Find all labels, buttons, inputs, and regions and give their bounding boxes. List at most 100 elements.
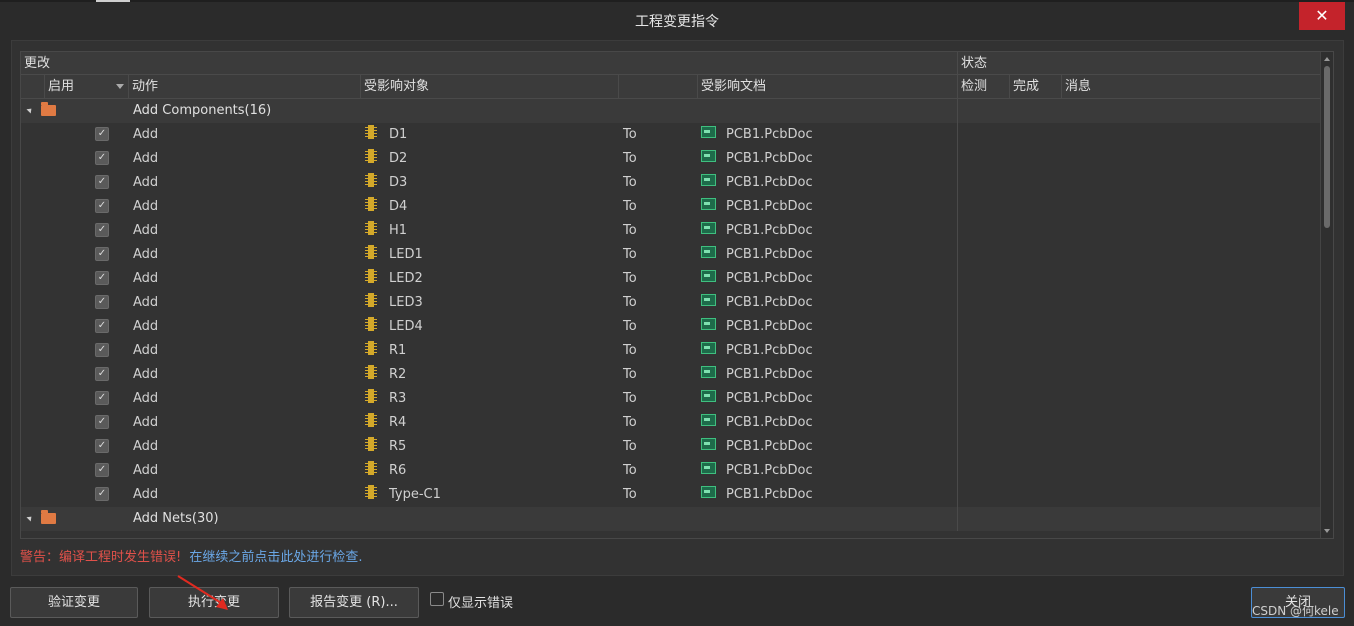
row-to: To (623, 151, 637, 166)
header-columns: 启用 动作 受影响对象 受影响文档 检测 完成 消息 (21, 75, 1321, 99)
column-divider (957, 339, 958, 363)
row-document: PCB1.PcbDoc (726, 439, 813, 454)
only-errors-checkbox[interactable] (430, 592, 444, 606)
only-errors-label[interactable]: 仅显示错误 (448, 592, 513, 611)
changes-grid: 更改 状态 启用 动作 受影响对象 受影响文档 检测 完成 消息 Add Com… (20, 51, 1334, 539)
table-row[interactable]: ✓ Add R6 To PCB1.PcbDoc (21, 459, 1321, 483)
enable-checkbox[interactable]: ✓ (95, 223, 109, 237)
row-to: To (623, 199, 637, 214)
validate-changes-button[interactable]: 验证变更 (10, 587, 138, 618)
row-action: Add (133, 439, 159, 454)
component-icon (365, 293, 377, 307)
table-row[interactable]: ✓ Add D4 To PCB1.PcbDoc (21, 195, 1321, 219)
enable-checkbox[interactable]: ✓ (95, 439, 109, 453)
table-row[interactable]: ✓ Add R5 To PCB1.PcbDoc (21, 435, 1321, 459)
enable-checkbox[interactable]: ✓ (95, 343, 109, 357)
pcb-document-icon (701, 414, 716, 426)
column-divider (957, 435, 958, 459)
table-row[interactable]: ✓ Add LED1 To PCB1.PcbDoc (21, 243, 1321, 267)
enable-checkbox[interactable]: ✓ (95, 199, 109, 213)
enable-checkbox[interactable]: ✓ (95, 295, 109, 309)
window-close-button[interactable]: ✕ (1299, 2, 1345, 30)
row-document: PCB1.PcbDoc (726, 319, 813, 334)
enable-checkbox[interactable]: ✓ (95, 127, 109, 141)
sort-down-icon[interactable] (116, 84, 124, 89)
column-divider (957, 459, 958, 483)
watermark-text: CSDN @何kele (1252, 604, 1339, 618)
pcb-document-icon (701, 390, 716, 402)
scroll-up-icon[interactable] (1324, 57, 1330, 61)
table-row[interactable]: ✓ Add R4 To PCB1.PcbDoc (21, 411, 1321, 435)
table-row[interactable]: ✓ Add LED3 To PCB1.PcbDoc (21, 291, 1321, 315)
header-message[interactable]: 消息 (1062, 75, 1321, 98)
pcb-document-icon (701, 486, 716, 498)
header-action[interactable]: 动作 (129, 75, 361, 98)
pcb-document-icon (701, 342, 716, 354)
row-action: Add (133, 415, 159, 430)
pcb-document-icon (701, 270, 716, 282)
table-row[interactable]: ✓ Add R1 To PCB1.PcbDoc (21, 339, 1321, 363)
header-groups: 更改 状态 (21, 52, 1321, 75)
enable-checkbox[interactable]: ✓ (95, 151, 109, 165)
enable-checkbox[interactable]: ✓ (95, 271, 109, 285)
row-object: D1 (389, 127, 408, 142)
row-action: Add (133, 487, 159, 502)
pcb-document-icon (701, 126, 716, 138)
scroll-thumb[interactable] (1324, 66, 1330, 228)
table-row[interactable]: ✓ Add LED4 To PCB1.PcbDoc (21, 315, 1321, 339)
vertical-scrollbar[interactable] (1320, 52, 1333, 538)
row-document: PCB1.PcbDoc (726, 127, 813, 142)
header-tree-col (21, 75, 45, 98)
header-enable[interactable]: 启用 (45, 75, 129, 98)
enable-checkbox[interactable]: ✓ (95, 367, 109, 381)
title-bar: 工程变更指令 ✕ (0, 2, 1354, 38)
row-to: To (623, 295, 637, 310)
warning-text: 警告：编译工程时发生错误! (20, 550, 182, 565)
table-row[interactable]: ✓ Add LED2 To PCB1.PcbDoc (21, 267, 1321, 291)
row-document: PCB1.PcbDoc (726, 151, 813, 166)
enable-checkbox[interactable]: ✓ (95, 247, 109, 261)
table-row[interactable]: ✓ Add H1 To PCB1.PcbDoc (21, 219, 1321, 243)
check-hint-link[interactable]: 在继续之前点击此处进行检查. (189, 550, 362, 565)
row-to: To (623, 175, 637, 190)
header-object[interactable]: 受影响对象 (361, 75, 619, 98)
enable-checkbox[interactable]: ✓ (95, 319, 109, 333)
enable-checkbox[interactable]: ✓ (95, 415, 109, 429)
row-action: Add (133, 367, 159, 382)
table-row[interactable]: ✓ Add R3 To PCB1.PcbDoc (21, 387, 1321, 411)
enable-checkbox[interactable]: ✓ (95, 487, 109, 501)
column-divider (957, 315, 958, 339)
group-row[interactable]: Add Nets(30) (21, 507, 1321, 531)
pcb-document-icon (701, 318, 716, 330)
row-document: PCB1.PcbDoc (726, 247, 813, 262)
row-object: Type-C1 (389, 487, 441, 502)
expand-icon[interactable] (26, 514, 34, 522)
header-done[interactable]: 完成 (1010, 75, 1062, 98)
table-row[interactable]: ✓ Add R2 To PCB1.PcbDoc (21, 363, 1321, 387)
row-action: Add (133, 295, 159, 310)
header-document[interactable]: 受影响文档 (698, 75, 958, 98)
header-enable-label: 启用 (48, 79, 75, 94)
table-row[interactable]: ✓ Add D3 To PCB1.PcbDoc (21, 171, 1321, 195)
row-action: Add (133, 271, 159, 286)
row-object: H1 (389, 223, 408, 238)
component-icon (365, 125, 377, 139)
row-object: R1 (389, 343, 407, 358)
report-changes-button[interactable]: 报告变更 (R)... (289, 587, 419, 618)
header-check[interactable]: 检测 (958, 75, 1010, 98)
scroll-down-icon[interactable] (1324, 529, 1330, 533)
pcb-document-icon (701, 198, 716, 210)
expand-icon[interactable] (26, 106, 34, 114)
pcb-document-icon (701, 366, 716, 378)
component-icon (365, 221, 377, 235)
enable-checkbox[interactable]: ✓ (95, 391, 109, 405)
table-row[interactable]: ✓ Add D1 To PCB1.PcbDoc (21, 123, 1321, 147)
table-row[interactable]: ✓ Add D2 To PCB1.PcbDoc (21, 147, 1321, 171)
header-group-status: 状态 (961, 56, 988, 71)
enable-checkbox[interactable]: ✓ (95, 175, 109, 189)
group-row[interactable]: Add Components(16) (21, 99, 1321, 123)
component-icon (365, 389, 377, 403)
enable-checkbox[interactable]: ✓ (95, 463, 109, 477)
row-action: Add (133, 391, 159, 406)
table-row[interactable]: ✓ Add Type-C1 To PCB1.PcbDoc (21, 483, 1321, 507)
